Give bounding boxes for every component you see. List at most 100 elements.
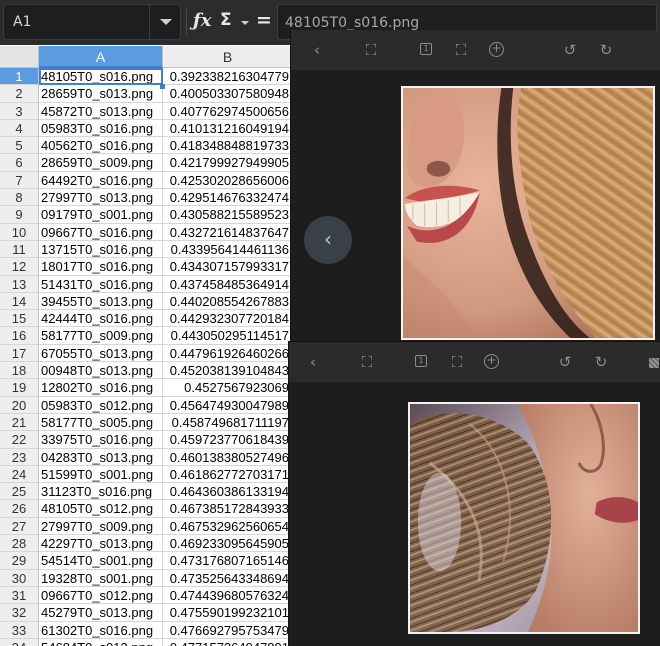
cell-filename[interactable]: 04283T0_s013.png — [39, 448, 163, 466]
cell-score[interactable]: 0.467532962560654 — [163, 517, 293, 536]
cell-score[interactable]: 0.418348848819733 — [163, 137, 293, 155]
cell-filename[interactable]: 33975T0_s016.png — [39, 431, 163, 449]
cell-score[interactable]: 0.430588215589523 — [163, 206, 293, 224]
row-header[interactable]: 31 — [0, 586, 39, 605]
cell-score[interactable]: 0.410131216049194 — [163, 119, 293, 138]
cell-filename[interactable]: 13715T0_s016.png — [39, 240, 163, 259]
cell-filename[interactable]: 05983T0_s012.png — [39, 396, 163, 414]
cell-filename[interactable]: 58177T0_s005.png — [39, 413, 163, 432]
fit-icon[interactable]: ⛶ — [451, 41, 471, 59]
cell-filename[interactable]: 12802T0_s016.png — [39, 379, 163, 397]
row-header[interactable]: 30 — [0, 569, 39, 587]
cell-filename[interactable]: 09667T0_s012.png — [39, 586, 163, 605]
fullscreen-icon[interactable]: ⛶ — [357, 353, 377, 371]
name-box-dropdown-button[interactable] — [149, 5, 182, 39]
actual-size-icon[interactable]: 1 — [420, 43, 432, 55]
row-header[interactable]: 12 — [0, 258, 39, 276]
cell-score[interactable]: 0.477157264947891 — [163, 638, 293, 646]
cell-filename[interactable]: 51431T0_s016.png — [39, 275, 163, 293]
row-header[interactable]: 11 — [0, 240, 39, 259]
chevron-left-icon[interactable]: ‹ — [303, 353, 323, 371]
row-header[interactable]: 15 — [0, 310, 39, 328]
cell-filename[interactable]: 27997T0_s009.png — [39, 517, 163, 536]
cell-score[interactable]: 0.433956414461136 — [163, 240, 293, 259]
cell-score[interactable]: 0.452038139104843 — [163, 362, 293, 380]
row-header[interactable]: 6 — [0, 154, 39, 172]
row-header[interactable]: 3 — [0, 102, 39, 120]
zoom-in-icon[interactable]: + — [484, 354, 499, 369]
cell-score[interactable]: 0.460138380527496 — [163, 448, 293, 466]
cell-score[interactable]: 0.473525643348694 — [163, 569, 293, 587]
cell-score[interactable]: 0.474439680576324 — [163, 586, 293, 605]
cell-score[interactable]: 0.407762974500656 — [163, 102, 293, 120]
row-header[interactable]: 19 — [0, 379, 39, 397]
cell-filename[interactable]: 28659T0_s013.png — [39, 85, 163, 103]
cell-score[interactable]: 0.429514676332474 — [163, 189, 293, 207]
cell-score[interactable]: 0.437458485364914 — [163, 275, 293, 293]
fit-icon[interactable]: ⛶ — [447, 353, 467, 371]
cell-filename[interactable]: 27997T0_s013.png — [39, 189, 163, 207]
column-header-b[interactable]: B — [163, 46, 293, 68]
previous-image-button[interactable]: ‹ — [304, 216, 352, 264]
name-box[interactable]: A1 — [3, 4, 181, 40]
cell-filename[interactable]: 09179T0_s001.png — [39, 206, 163, 224]
fullscreen-icon[interactable]: ⛶ — [361, 41, 381, 59]
cell-score[interactable]: 0.458749681711197 — [163, 413, 293, 432]
rotate-left-icon[interactable]: ↺ — [555, 353, 575, 371]
cell-filename[interactable]: 48105T0_s016.png — [39, 68, 163, 86]
cell-score[interactable]: 0.434307157993317 — [163, 258, 293, 276]
cell-score[interactable]: 0.475590199232101 — [163, 604, 293, 622]
cell-score[interactable]: 0.464360386133194 — [163, 483, 293, 501]
row-header[interactable]: 26 — [0, 500, 39, 518]
cell-score[interactable]: 0.459723770618439 — [163, 431, 293, 449]
cell-score[interactable]: 0.447961926460266 — [163, 344, 293, 363]
row-header[interactable]: 10 — [0, 223, 39, 241]
cell-filename[interactable]: 67055T0_s013.png — [39, 344, 163, 363]
cell-score[interactable]: 0.432721614837647 — [163, 223, 293, 241]
cell-filename[interactable]: 18017T0_s016.png — [39, 258, 163, 276]
row-header[interactable]: 21 — [0, 413, 39, 432]
cell-score[interactable]: 0.421799927949905 — [163, 154, 293, 172]
background-toggle-icon[interactable] — [649, 358, 659, 368]
actual-size-icon[interactable]: 1 — [415, 355, 427, 367]
cell-filename[interactable]: 39455T0_s013.png — [39, 292, 163, 311]
rotate-right-icon[interactable]: ↻ — [596, 41, 616, 59]
rotate-right-icon[interactable]: ↻ — [591, 353, 611, 371]
sum-dropdown-icon[interactable] — [241, 21, 249, 25]
cell-filename[interactable]: 51599T0_s001.png — [39, 465, 163, 484]
cell-filename[interactable]: 00948T0_s013.png — [39, 362, 163, 380]
cell-score[interactable]: 0.467385172843933 — [163, 500, 293, 518]
row-header[interactable]: 7 — [0, 171, 39, 190]
cell-score[interactable]: 0.440208554267883 — [163, 292, 293, 311]
cell-score[interactable]: 0.469233095645905 — [163, 535, 293, 553]
row-header[interactable]: 28 — [0, 535, 39, 553]
column-header-a[interactable]: A — [39, 46, 163, 68]
cell-score[interactable]: 0.4527567923069 — [163, 379, 293, 397]
zoom-in-icon[interactable]: + — [489, 42, 504, 57]
cell-score[interactable]: 0.442932307720184 — [163, 310, 293, 328]
row-header[interactable]: 16 — [0, 327, 39, 345]
sum-icon[interactable]: Σ — [220, 10, 232, 30]
formula-icon[interactable]: = — [256, 9, 272, 31]
cell-score[interactable]: 0.392338216304779 — [163, 68, 293, 86]
row-header[interactable]: 1 — [0, 68, 39, 86]
row-header[interactable]: 18 — [0, 362, 39, 380]
row-header[interactable]: 8 — [0, 189, 39, 207]
cell-filename[interactable]: 54514T0_s001.png — [39, 552, 163, 570]
select-all-corner[interactable] — [0, 46, 39, 68]
row-header[interactable]: 13 — [0, 275, 39, 293]
cell-filename[interactable]: 54684T0_s013.png — [39, 638, 163, 646]
cell-score[interactable]: 0.461862772703171 — [163, 465, 293, 484]
row-header[interactable]: 25 — [0, 483, 39, 501]
row-header[interactable]: 5 — [0, 137, 39, 155]
cell-score[interactable]: 0.443050295114517 — [163, 327, 293, 345]
rotate-left-icon[interactable]: ↺ — [560, 41, 580, 59]
cell-filename[interactable]: 61302T0_s016.png — [39, 621, 163, 639]
cell-filename[interactable]: 09667T0_s016.png — [39, 223, 163, 241]
cell-filename[interactable]: 45872T0_s013.png — [39, 102, 163, 120]
cell-filename[interactable]: 45279T0_s013.png — [39, 604, 163, 622]
row-header[interactable]: 17 — [0, 344, 39, 363]
cell-score[interactable]: 0.476692795753479 — [163, 621, 293, 639]
cell-filename[interactable]: 48105T0_s012.png — [39, 500, 163, 518]
row-header[interactable]: 33 — [0, 621, 39, 639]
